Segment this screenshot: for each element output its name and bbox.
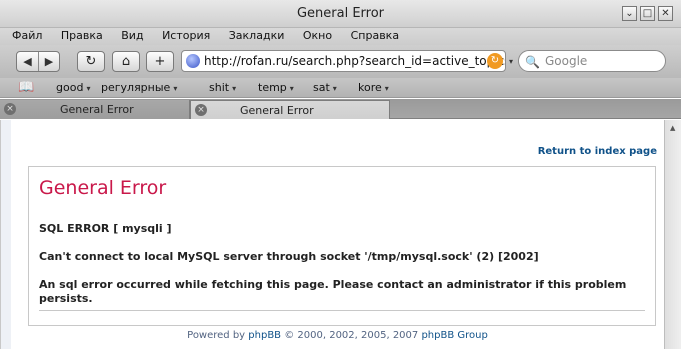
snapback-icon[interactable]: ↻	[487, 53, 503, 69]
phpbb-link[interactable]: phpBB	[248, 330, 281, 341]
menu-view[interactable]: Вид	[121, 29, 143, 42]
search-placeholder: Google	[545, 54, 588, 68]
vertical-scrollbar[interactable]: ▲	[664, 120, 681, 349]
connect-error-message: Can't connect to local MySQL server thro…	[39, 250, 539, 263]
tab-bar: × General Error × General Error	[0, 99, 681, 119]
close-tab-icon[interactable]: ×	[4, 103, 16, 115]
bookmark-label: sat	[313, 81, 330, 94]
bookmarks-bar: 📖 good ▾ регулярные ▾ shit ▾ temp ▾ sat ▾ kor…	[0, 78, 681, 98]
url-dropdown-icon[interactable]: ▾	[509, 57, 513, 66]
navigation-toolbar: ◀ ▶ ↻ ⌂ + http://rofan.ru/search.php?sea…	[0, 45, 681, 78]
chevron-down-icon: ▾	[86, 84, 91, 93]
bookmark-label: регулярные	[101, 81, 171, 94]
site-globe-icon	[186, 54, 200, 68]
reload-button[interactable]: ↻	[77, 51, 105, 72]
tab-general-error-2[interactable]: × General Error	[190, 100, 390, 119]
window-titlebar: General Error ⌄ □ ✕	[0, 0, 681, 28]
error-title: General Error	[39, 177, 167, 199]
add-bookmark-button[interactable]: +	[146, 51, 174, 72]
bookmark-folder-kore[interactable]: kore ▾	[358, 78, 389, 99]
bookmark-folder-sat[interactable]: sat ▾	[313, 78, 337, 99]
page-footer: Powered by phpBB © 2000, 2002, 2005, 200…	[11, 330, 664, 341]
bookmark-folder-regular[interactable]: регулярные ▾	[101, 78, 177, 99]
bookmark-folder-temp[interactable]: temp ▾	[258, 78, 294, 99]
chevron-down-icon: ▾	[332, 84, 337, 93]
error-panel: General Error SQL ERROR [ mysqli ] Can't…	[28, 166, 656, 326]
bookmark-label: kore	[358, 81, 382, 94]
close-window-button[interactable]: ✕	[658, 6, 673, 21]
menu-help[interactable]: Справка	[351, 29, 399, 42]
menu-file[interactable]: Файл	[12, 29, 42, 42]
menu-history[interactable]: История	[162, 29, 210, 42]
tab-label: General Error	[240, 104, 314, 117]
menu-edit[interactable]: Правка	[61, 29, 103, 42]
bookmarks-book-icon[interactable]: 📖	[18, 78, 34, 98]
close-tab-icon[interactable]: ×	[195, 104, 207, 116]
search-field[interactable]: 🔍 Google	[518, 50, 666, 72]
footer-prefix: Powered by	[187, 330, 249, 341]
tab-label: General Error	[60, 103, 134, 116]
minimize-button[interactable]: ⌄	[622, 6, 637, 21]
bookmark-label: good	[56, 81, 84, 94]
window-controls: ⌄ □ ✕	[622, 6, 673, 21]
tab-general-error-1[interactable]: × General Error	[0, 100, 190, 119]
bookmark-label: shit	[209, 81, 230, 94]
window-title: General Error	[296, 6, 385, 21]
bookmark-label: temp	[258, 81, 287, 94]
back-forward-group: ◀ ▶	[16, 51, 60, 72]
footer-copyright: © 2000, 2002, 2005, 2007	[281, 330, 422, 341]
sql-error-line: SQL ERROR [ mysqli ]	[39, 222, 172, 235]
menu-window[interactable]: Окно	[303, 29, 332, 42]
menu-bar: Файл Правка Вид История Закладки Окно Сп…	[0, 28, 681, 45]
forward-button[interactable]: ▶	[38, 52, 59, 71]
bookmark-folder-good[interactable]: good ▾	[56, 78, 90, 99]
chevron-down-icon: ▾	[232, 84, 237, 93]
return-to-index-link[interactable]: Return to index page	[538, 146, 657, 157]
search-icon[interactable]: 🔍	[525, 52, 540, 72]
home-button[interactable]: ⌂	[112, 51, 140, 72]
maximize-button[interactable]: □	[640, 6, 655, 21]
page-body: Return to index page General Error SQL E…	[11, 120, 664, 349]
page-viewport: Return to index page General Error SQL E…	[0, 120, 681, 349]
url-field[interactable]: http://rofan.ru/search.php?search_id=act…	[181, 50, 506, 72]
menu-bookmarks[interactable]: Закладки	[229, 29, 285, 42]
url-text: http://rofan.ru/search.php?search_id=act…	[204, 54, 506, 68]
fetch-error-message: An sql error occurred while fetching thi…	[39, 278, 627, 305]
phpbb-group-link[interactable]: phpBB Group	[421, 330, 487, 341]
scroll-up-arrow-icon[interactable]: ▲	[670, 124, 675, 132]
chevron-down-icon: ▾	[384, 84, 389, 93]
chevron-down-icon: ▾	[173, 84, 178, 93]
back-button[interactable]: ◀	[17, 52, 38, 71]
panel-divider	[39, 310, 645, 311]
bookmark-folder-shit[interactable]: shit ▾	[209, 78, 236, 99]
chevron-down-icon: ▾	[289, 84, 294, 93]
